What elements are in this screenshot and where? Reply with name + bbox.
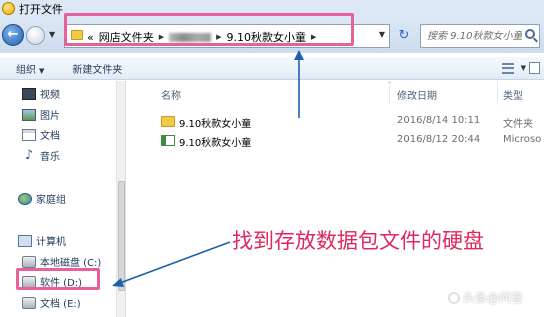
sidebar-item-label: 音乐 (40, 152, 60, 163)
scrollbar-thumb[interactable] (118, 181, 125, 291)
organize-label: 组织 (16, 64, 36, 76)
watermark-text: 头条@问答 (463, 291, 524, 305)
sidebar-item-label: 视频 (40, 90, 60, 101)
chevron-right-icon[interactable]: ▶ (311, 33, 316, 41)
toolbar: 组织 ▼ 新建文件夹 ▼ (0, 56, 544, 80)
address-dropdown-icon[interactable]: ▼ (379, 30, 385, 39)
column-divider[interactable] (389, 81, 390, 105)
sidebar-item-label: 计算机 (36, 237, 66, 248)
search-input[interactable] (427, 28, 522, 44)
navigation-pane: 视频 图片 文档 ♪ 音乐 家庭组 计算机 本地磁盘 (C:) 软件 (D:) … (0, 81, 126, 317)
file-date: 2016/8/14 10:11 (397, 115, 481, 126)
blurred-breadcrumb-item[interactable] (169, 32, 212, 42)
sidebar-item-drive-e[interactable]: 文档 (E:) (22, 295, 81, 310)
sidebar-item-label: 文档 (E:) (40, 299, 81, 310)
document-icon (22, 128, 36, 141)
watermark: 头条@问答 (448, 289, 523, 306)
column-header-type[interactable]: 类型 (503, 87, 523, 103)
address-bar[interactable]: « 网店文件夹 ▶ ▶ 9.10秋款女小童 ▶ ▼ (64, 24, 390, 48)
file-name: 9.10秋款女小童 (179, 119, 252, 130)
sidebar-item-music[interactable]: ♪ 音乐 (22, 147, 60, 164)
sidebar-item-label: 本地磁盘 (C:) (40, 258, 102, 269)
computer-icon (18, 234, 32, 247)
file-row[interactable]: 9.10秋款女小童 2016/8/12 20:44 Microso (127, 132, 544, 150)
column-header-date[interactable]: 修改日期 (397, 87, 437, 103)
sidebar-item-homegroup[interactable]: 家庭组 (18, 191, 66, 206)
recent-pages-dropdown-icon[interactable]: ▼ (49, 30, 57, 39)
drive-icon (22, 255, 36, 268)
refresh-button[interactable]: ↻ (394, 26, 414, 46)
new-folder-button[interactable]: 新建文件夹 (72, 61, 122, 76)
chevron-right-icon[interactable]: ▶ (216, 33, 221, 41)
forward-button[interactable] (26, 26, 45, 45)
file-list: 名称 ^ 修改日期 类型 9.10秋款女小童 2016/8/14 10:11 文… (127, 81, 544, 317)
column-divider[interactable] (497, 81, 498, 105)
folder-icon (71, 30, 83, 40)
title-bar: 打开文件 (0, 0, 544, 17)
organize-button[interactable]: 组织 ▼ (16, 61, 44, 76)
homegroup-icon (18, 192, 32, 205)
sidebar-item-label: 家庭组 (36, 195, 66, 206)
app-icon (2, 2, 15, 15)
spreadsheet-icon (161, 135, 175, 146)
sidebar-item-label: 图片 (40, 111, 60, 122)
sidebar-item-pictures[interactable]: 图片 (22, 107, 60, 122)
sidebar-scrollbar[interactable] (116, 81, 125, 317)
video-icon (22, 87, 36, 100)
sidebar-item-documents[interactable]: 文档 (22, 127, 60, 142)
file-type: 文件夹 (503, 119, 533, 130)
breadcrumb-item[interactable]: 网店文件夹 (99, 29, 154, 45)
back-button[interactable]: ← (2, 24, 24, 46)
file-name: 9.10秋款女小童 (179, 138, 252, 149)
view-options-icon[interactable] (502, 63, 514, 74)
watermark-logo-icon (448, 291, 460, 304)
sidebar-item-computer[interactable]: 计算机 (18, 233, 66, 248)
file-row[interactable]: 9.10秋款女小童 2016/8/14 10:11 文件夹 (127, 113, 544, 131)
column-header-name[interactable]: 名称 (161, 87, 181, 103)
search-icon[interactable] (525, 29, 535, 39)
search-box[interactable] (420, 24, 540, 48)
sidebar-item-drive-c[interactable]: 本地磁盘 (C:) (22, 254, 101, 269)
view-dropdown-icon[interactable]: ▼ (521, 64, 526, 72)
chevron-right-icon[interactable]: ▶ (159, 33, 164, 41)
file-date: 2016/8/12 20:44 (397, 134, 481, 145)
annotation-text: 找到存放数据包文件的硬盘 (232, 229, 484, 253)
folder-icon (161, 116, 175, 127)
chevron-down-icon: ▼ (39, 66, 45, 75)
navigation-bar: ← ▼ « 网店文件夹 ▶ ▶ 9.10秋款女小童 ▶ ▼ ↻ (0, 17, 544, 53)
sidebar-item-videos[interactable]: 视频 (22, 86, 60, 101)
file-type: Microso (503, 134, 542, 145)
sidebar-item-label: 文档 (40, 131, 60, 142)
window-title: 打开文件 (19, 2, 63, 16)
breadcrumb-overflow[interactable]: « (87, 31, 94, 44)
music-icon: ♪ (24, 147, 34, 163)
breadcrumb: « 网店文件夹 ▶ ▶ 9.10秋款女小童 ▶ (87, 29, 321, 45)
drive-icon (22, 296, 36, 309)
breadcrumb-item-current[interactable]: 9.10秋款女小童 (227, 29, 307, 45)
preview-pane-icon[interactable] (529, 62, 540, 74)
drive-highlight-box (16, 268, 100, 290)
picture-icon (22, 108, 36, 121)
